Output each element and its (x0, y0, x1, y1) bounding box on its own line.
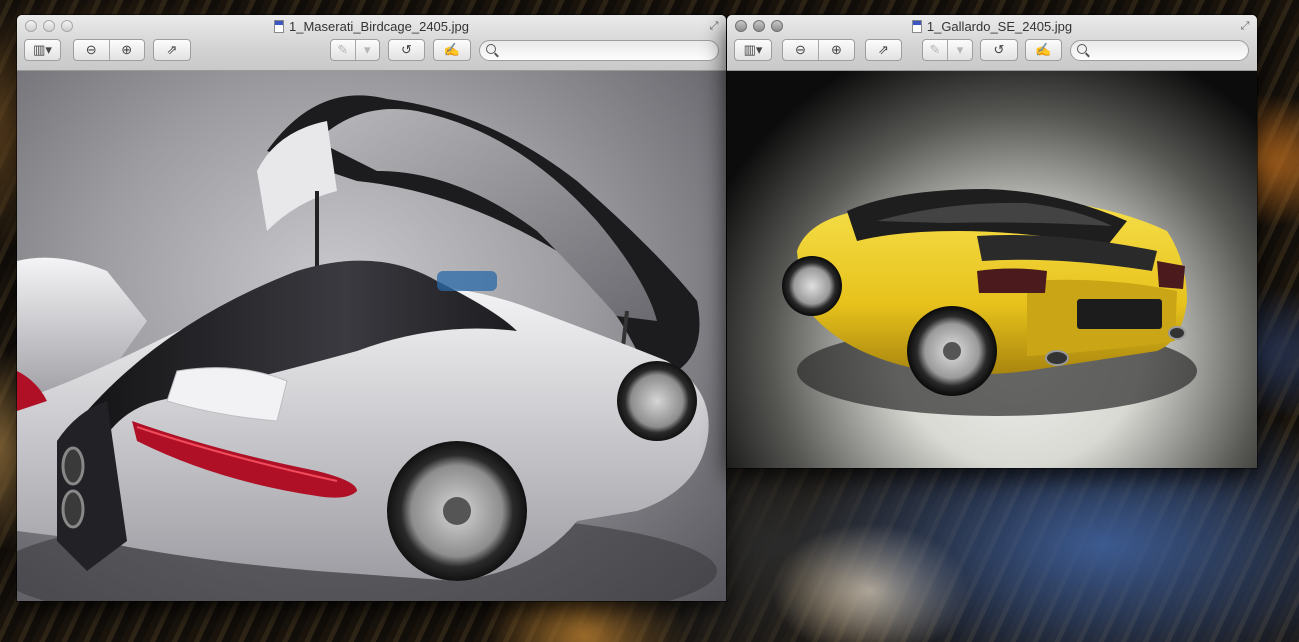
zoom-in-icon[interactable]: ⊕ (818, 40, 854, 60)
share-icon: ⇗ (166, 42, 178, 57)
search-field[interactable] (479, 40, 719, 61)
gallardo-image (782, 189, 1197, 416)
search-input[interactable] (500, 43, 710, 60)
rotate-icon: ↺ (993, 42, 1005, 57)
document-icon (911, 20, 922, 33)
share-button[interactable]: ⇗ (865, 39, 902, 61)
window-title: 1_Maserati_Birdcage_2405.jpg (17, 19, 726, 35)
titlebar[interactable]: 1_Gallardo_SE_2405.jpg ⤢ ▥▾ ⊖ ⊕ ⇗ ✎ ▾ ↺ … (727, 15, 1257, 71)
image-view[interactable] (17, 71, 726, 601)
annotate-button[interactable]: ✎ ▾ (922, 39, 973, 61)
edit-button[interactable]: ✍ (433, 39, 471, 61)
edit-icon: ✍ (1035, 42, 1052, 57)
pen-icon: ✎ (929, 42, 941, 57)
preview-window-maserati: 1_Maserati_Birdcage_2405.jpg ⤢ ▥▾ ⊖ ⊕ ⇗ … (17, 15, 726, 601)
rotate-button[interactable]: ↺ (388, 39, 425, 61)
toolbar: ▥▾ ⊖ ⊕ ⇗ ✎ ▾ ↺ ✍ (727, 39, 1257, 63)
annotate-button[interactable]: ✎ ▾ (330, 39, 380, 61)
rotate-icon: ↺ (401, 42, 412, 57)
search-icon (486, 44, 496, 54)
zoom-control[interactable]: ⊖ ⊕ (782, 39, 855, 61)
zoom-control[interactable]: ⊖ ⊕ (73, 39, 145, 61)
search-icon (1077, 44, 1087, 54)
edit-icon: ✍ (443, 42, 461, 57)
share-icon: ⇗ (878, 42, 889, 57)
search-field[interactable] (1070, 40, 1249, 61)
rotate-button[interactable]: ↺ (980, 39, 1018, 61)
search-input[interactable] (1091, 43, 1240, 60)
pen-icon: ✎ (337, 42, 349, 57)
view-menu-button[interactable]: ▥▾ (734, 39, 772, 61)
chevron-down-icon: ▾ (947, 40, 972, 60)
document-icon (274, 20, 285, 33)
zoom-in-icon[interactable]: ⊕ (108, 40, 145, 60)
view-menu-button[interactable]: ▥▾ (24, 39, 61, 61)
preview-window-gallardo: 1_Gallardo_SE_2405.jpg ⤢ ▥▾ ⊖ ⊕ ⇗ ✎ ▾ ↺ … (727, 15, 1257, 468)
image-view[interactable] (727, 71, 1257, 468)
zoom-out-icon[interactable]: ⊖ (74, 40, 109, 60)
sidebar-icon: ▥▾ (33, 42, 52, 57)
sidebar-icon: ▥▾ (743, 42, 763, 57)
share-button[interactable]: ⇗ (153, 39, 191, 61)
fullscreen-icon[interactable]: ⤢ (708, 20, 720, 32)
toolbar: ▥▾ ⊖ ⊕ ⇗ ✎ ▾ ↺ ✍ (17, 39, 726, 63)
chevron-down-icon: ▾ (354, 40, 380, 60)
zoom-out-icon[interactable]: ⊖ (783, 40, 818, 60)
window-title: 1_Gallardo_SE_2405.jpg (727, 19, 1257, 35)
titlebar[interactable]: 1_Maserati_Birdcage_2405.jpg ⤢ ▥▾ ⊖ ⊕ ⇗ … (17, 15, 726, 71)
maserati-image (17, 95, 717, 601)
fullscreen-icon[interactable]: ⤢ (1239, 20, 1251, 32)
edit-button[interactable]: ✍ (1025, 39, 1062, 61)
